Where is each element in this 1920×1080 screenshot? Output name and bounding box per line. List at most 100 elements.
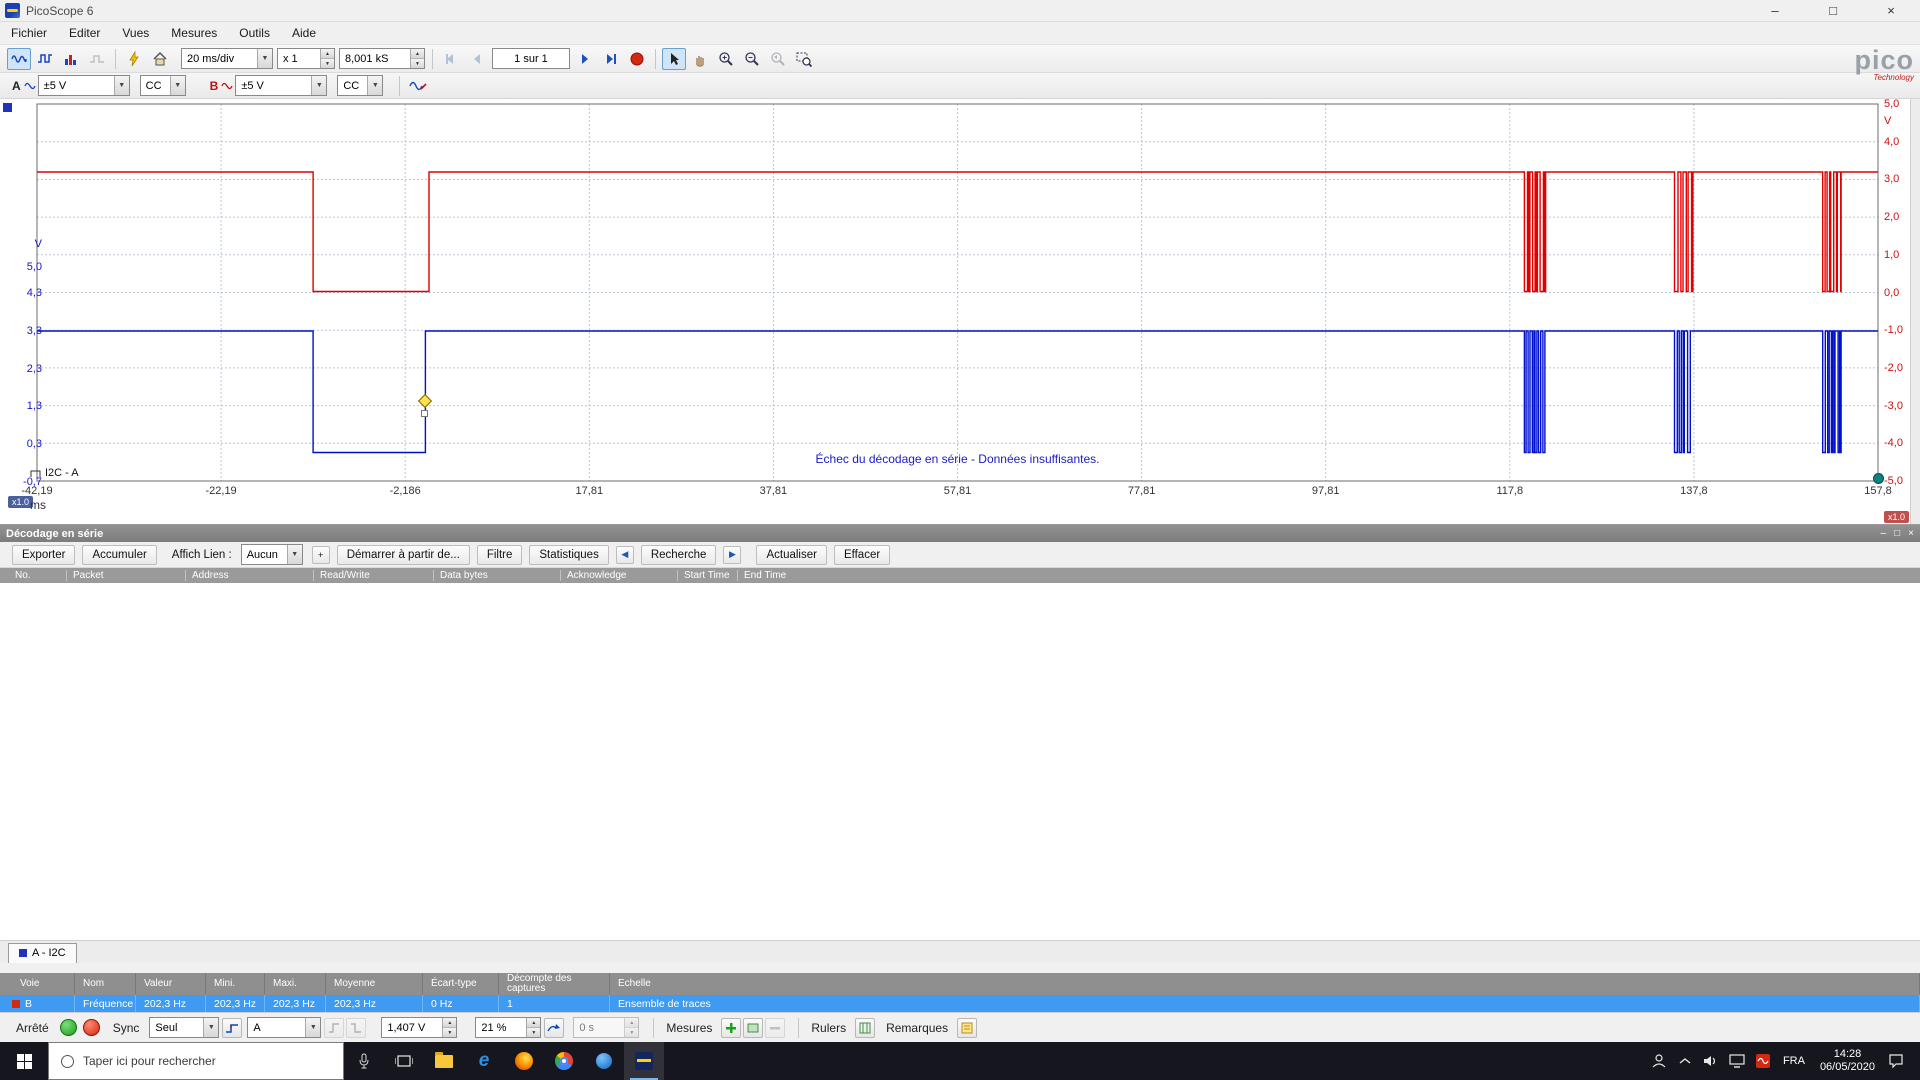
close-button[interactable]: × <box>1862 0 1920 22</box>
start-button[interactable] <box>0 1042 48 1080</box>
hand-tool-icon[interactable] <box>688 48 712 70</box>
decode-table-body[interactable] <box>0 583 1920 940</box>
zoom-in-icon[interactable] <box>714 48 738 70</box>
rising-edge-icon[interactable] <box>324 1017 345 1038</box>
file-explorer-icon[interactable] <box>424 1042 464 1080</box>
buffer-next-icon[interactable] <box>573 48 597 70</box>
edit-measure-icon[interactable] <box>743 1017 764 1038</box>
picoscope-taskbar-icon[interactable] <box>624 1042 664 1080</box>
buffer-last-icon[interactable] <box>599 48 623 70</box>
spin-up-icon[interactable]: ▲ <box>527 1018 541 1028</box>
measurement-row[interactable]: B Fréquence 202,3 Hz 202,3 Hz 202,3 Hz 2… <box>0 995 1920 1012</box>
channel-b-coupling-select[interactable]: CC ▼ <box>337 75 384 96</box>
statistics-button[interactable]: Statistiques <box>529 544 609 565</box>
trigger-level-stepper[interactable]: 1,407 V ▲ ▼ <box>381 1017 458 1038</box>
menu-editer[interactable]: Editer <box>58 23 111 43</box>
spin-down-icon[interactable]: ▼ <box>625 1028 639 1037</box>
samples-stepper[interactable]: 8,001 kS ▲ ▼ <box>339 48 425 69</box>
buffer-prev-icon[interactable] <box>465 48 489 70</box>
trigger-arrow-icon[interactable] <box>544 1017 565 1038</box>
search-button[interactable]: Recherche <box>640 544 717 565</box>
scope-view-icon[interactable] <box>7 47 31 70</box>
channel-a-coupling-select[interactable]: CC ▼ <box>139 75 186 96</box>
signal-generator-icon[interactable] <box>406 75 430 97</box>
menu-aide[interactable]: Aide <box>281 23 327 43</box>
col-ecart-type[interactable]: Écart-type <box>423 973 499 995</box>
col-mini[interactable]: Mini. <box>206 973 265 995</box>
panel-restore-icon[interactable]: □ <box>1894 528 1900 539</box>
undo-zoom-icon[interactable] <box>766 48 790 70</box>
spin-up-icon[interactable]: ▲ <box>443 1018 457 1028</box>
edge-icon[interactable]: e <box>464 1042 504 1080</box>
buffer-first-icon[interactable] <box>439 48 463 70</box>
col-maxi[interactable]: Maxi. <box>265 973 326 995</box>
refresh-button[interactable]: Actualiser <box>756 544 827 565</box>
col-valeur[interactable]: Valeur <box>136 973 206 995</box>
trigger-delay-stepper[interactable]: 0 s ▲ ▼ <box>573 1017 640 1038</box>
col-voie[interactable]: Voie <box>0 973 75 995</box>
spin-down-icon[interactable]: ▼ <box>527 1028 541 1037</box>
export-button[interactable]: Exporter <box>12 544 76 565</box>
buffer-index-field[interactable]: 1 sur 1 <box>492 48 570 69</box>
zoom-out-icon[interactable] <box>740 48 764 70</box>
search-next-icon[interactable]: ▶ <box>723 545 742 564</box>
spin-up-icon[interactable]: ▲ <box>625 1018 639 1028</box>
col-echelle[interactable]: Echelle <box>610 973 1920 995</box>
stop-capture-icon[interactable] <box>82 1019 100 1036</box>
language-indicator[interactable]: FRA <box>1778 1055 1810 1067</box>
col-packet[interactable]: Packet <box>66 570 185 581</box>
start-capture-icon[interactable] <box>59 1019 77 1036</box>
col-decompte[interactable]: Décompte des captures <box>499 973 610 995</box>
persistence-view-icon[interactable] <box>85 48 109 70</box>
falling-edge-icon[interactable] <box>346 1017 367 1038</box>
home-icon[interactable] <box>148 48 172 70</box>
buffer-overview-icon[interactable] <box>625 48 649 70</box>
decode-trace-label[interactable]: I2C - A <box>30 467 79 479</box>
link-select[interactable]: Aucun ▼ <box>240 544 303 565</box>
col-address[interactable]: Address <box>185 570 313 581</box>
spin-down-icon[interactable]: ▼ <box>321 59 334 68</box>
channel-b-range-select[interactable]: ±5 V ▼ <box>235 75 328 96</box>
notes-icon[interactable] <box>957 1017 978 1038</box>
picoscope-tray-icon[interactable] <box>1752 1047 1774 1075</box>
trigger-source-select[interactable]: A ▼ <box>247 1017 322 1038</box>
action-center-icon[interactable] <box>1885 1047 1907 1075</box>
display-icon[interactable] <box>1726 1047 1748 1075</box>
rulers-icon[interactable] <box>855 1017 876 1038</box>
col-no[interactable]: No. <box>0 570 66 581</box>
col-moyenne[interactable]: Moyenne <box>326 973 423 995</box>
col-acknowledge[interactable]: Acknowledge <box>560 570 677 581</box>
square-wave-view-icon[interactable] <box>33 48 57 70</box>
panel-minimize-icon[interactable]: – <box>1881 528 1887 539</box>
spectrum-view-icon[interactable] <box>59 48 83 70</box>
add-measure-icon[interactable] <box>721 1017 742 1038</box>
col-databytes[interactable]: Data bytes <box>433 570 560 581</box>
firefox-icon[interactable] <box>504 1042 544 1080</box>
channel-a-axis-marker[interactable] <box>3 103 12 112</box>
cursor-tool-icon[interactable] <box>662 47 686 70</box>
spin-down-icon[interactable]: ▼ <box>411 59 424 68</box>
menu-fichier[interactable]: Fichier <box>0 23 58 43</box>
app-icon[interactable] <box>584 1042 624 1080</box>
taskbar-search-input[interactable]: Taper ici pour rechercher <box>48 1042 344 1080</box>
menu-outils[interactable]: Outils <box>228 23 281 43</box>
people-icon[interactable] <box>1648 1047 1670 1075</box>
menu-mesures[interactable]: Mesures <box>160 23 228 43</box>
filter-button[interactable]: Filtre <box>476 544 523 565</box>
advanced-trigger-icon[interactable] <box>222 1017 243 1038</box>
panel-close-icon[interactable]: × <box>1908 528 1914 539</box>
zoom-factor-stepper[interactable]: x 1 ▲ ▼ <box>277 48 335 69</box>
chrome-icon[interactable] <box>544 1042 584 1080</box>
dictation-mic-icon[interactable] <box>344 1042 384 1080</box>
spin-down-icon[interactable]: ▼ <box>443 1028 457 1037</box>
col-nom[interactable]: Nom <box>75 973 136 995</box>
delete-measure-icon[interactable] <box>765 1017 786 1038</box>
scope-view[interactable]: Échec du décodage en série - Données ins… <box>0 99 1920 524</box>
menu-vues[interactable]: Vues <box>111 23 160 43</box>
channel-a-range-select[interactable]: ±5 V ▼ <box>37 75 130 96</box>
spin-up-icon[interactable]: ▲ <box>321 49 334 59</box>
trigger-mode-select[interactable]: Seul ▼ <box>149 1017 220 1038</box>
timebase-select[interactable]: 20 ms/div ▼ <box>181 48 273 69</box>
taskbar-clock[interactable]: 14:28 06/05/2020 <box>1814 1048 1881 1074</box>
col-readwrite[interactable]: Read/Write <box>313 570 433 581</box>
